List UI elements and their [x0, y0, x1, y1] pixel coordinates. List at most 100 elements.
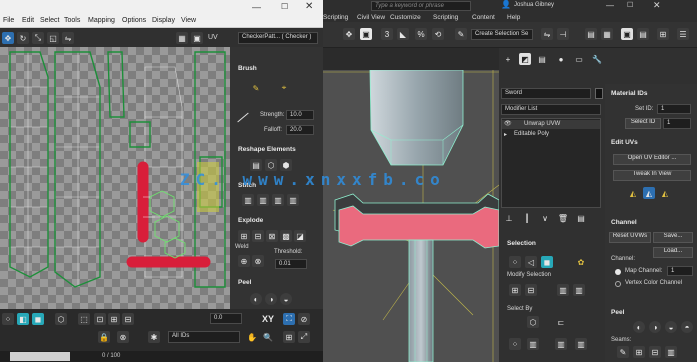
- minimize-icon[interactable]: —: [252, 2, 261, 12]
- uv-menu-edit[interactable]: Edit: [22, 17, 34, 24]
- stack-item-editable-poly[interactable]: ▸ Editable Poly: [502, 130, 600, 139]
- remove-modifier-icon[interactable]: 🗑: [557, 212, 569, 224]
- hierarchy-tab-icon[interactable]: ▤: [536, 53, 548, 65]
- absolute-icon[interactable]: ⊘: [298, 313, 310, 325]
- mirror-icon[interactable]: ⇋: [62, 32, 74, 44]
- falloff-input[interactable]: 20.0: [286, 125, 314, 135]
- quick-map-icon[interactable]: ◭: [643, 187, 655, 199]
- relax-brush-icon[interactable]: ⌖: [278, 82, 290, 94]
- select-by-edge-icon[interactable]: ⊏: [555, 316, 567, 328]
- seam-2-icon[interactable]: ⊞: [633, 346, 645, 358]
- stitch-1-icon[interactable]: ▥: [242, 194, 254, 206]
- show-end-result-icon[interactable]: ┃: [521, 212, 533, 224]
- seam-1-icon[interactable]: ✎: [617, 346, 629, 358]
- weld-target-icon[interactable]: ⊗: [252, 255, 264, 267]
- configure-sets-icon[interactable]: ▤: [575, 212, 587, 224]
- filter-icon[interactable]: ✱: [148, 331, 160, 343]
- angle-snap-icon[interactable]: ◣: [397, 28, 409, 40]
- uv-menu-display[interactable]: Display: [152, 17, 175, 24]
- stitch-4-icon[interactable]: ▥: [287, 194, 299, 206]
- render-icon[interactable]: ⊞: [657, 28, 669, 40]
- loop-select-icon[interactable]: ⊡: [94, 313, 106, 325]
- element-select-icon[interactable]: ✿: [575, 256, 587, 268]
- layer-explorer-icon[interactable]: ▤: [585, 28, 597, 40]
- map-channel-radio[interactable]: [615, 269, 621, 275]
- snap-icon[interactable]: ⛶: [283, 313, 295, 325]
- utilities-tab-icon[interactable]: 🔧: [591, 53, 603, 65]
- uv-menu-mapping[interactable]: Mapping: [88, 17, 115, 24]
- u-value-input[interactable]: 0.0: [210, 313, 242, 324]
- vertex-select-icon[interactable]: ⁘: [509, 256, 521, 268]
- select-region-icon[interactable]: ⬚: [78, 313, 90, 325]
- window-maximize-icon[interactable]: ☐: [627, 1, 633, 9]
- menu-scripting-2[interactable]: Scripting: [433, 14, 458, 21]
- move-icon[interactable]: ✥: [2, 32, 14, 44]
- show-map-icon[interactable]: ▣: [191, 32, 203, 44]
- set-id-input[interactable]: 1: [657, 104, 691, 114]
- seam-3-icon[interactable]: ⊟: [649, 346, 661, 358]
- shrink-select-icon[interactable]: ⊟: [122, 313, 134, 325]
- stitch-2-icon[interactable]: ▥: [257, 194, 269, 206]
- make-unique-icon[interactable]: ∨: [539, 212, 551, 224]
- edge-select-icon[interactable]: ◁: [525, 256, 537, 268]
- user-icon[interactable]: 👤: [501, 0, 511, 9]
- select-by-angle-icon[interactable]: ▥: [527, 338, 539, 350]
- threshold-input[interactable]: 0.01: [275, 259, 307, 269]
- expand-icon[interactable]: ▸: [504, 131, 507, 138]
- eye-icon[interactable]: 👁: [504, 120, 512, 127]
- fit-view-icon[interactable]: ⤢: [298, 331, 310, 343]
- render-frame-icon[interactable]: ▤: [637, 28, 649, 40]
- scale-icon[interactable]: ⤡: [32, 32, 44, 44]
- reset-uvws-button[interactable]: Reset UVWs: [609, 232, 651, 243]
- sword-model[interactable]: [323, 70, 499, 362]
- stack-item-unwrap[interactable]: 👁 Unwrap UVW: [502, 120, 600, 129]
- selection-set-dropdown[interactable]: Create Selection Se: [471, 29, 533, 40]
- uv-menu-select[interactable]: Select: [40, 17, 59, 24]
- save-uv-button[interactable]: Save...: [653, 232, 693, 243]
- edge-mode-icon[interactable]: ◧: [17, 313, 29, 325]
- mirror-tool-icon[interactable]: ⇋: [541, 28, 553, 40]
- select-id-input[interactable]: 1: [663, 118, 691, 129]
- peel-reset-icon[interactable]: ◒: [280, 293, 292, 305]
- render-setup-icon[interactable]: ▣: [621, 28, 633, 40]
- spinner-snap-icon[interactable]: ⟲: [432, 28, 444, 40]
- align-tool-icon[interactable]: ⊣: [557, 28, 569, 40]
- timeline[interactable]: 0 / 100: [0, 351, 323, 362]
- percent-snap-icon[interactable]: %: [415, 28, 427, 40]
- select-by-element-icon[interactable]: ⬡: [527, 316, 539, 328]
- select-id-button[interactable]: Select ID: [625, 118, 661, 129]
- peel-3-icon[interactable]: ◒: [665, 321, 677, 333]
- edit-named-sets-icon[interactable]: ✎: [455, 28, 467, 40]
- explode-1-icon[interactable]: ⊞: [238, 230, 250, 242]
- menu-help[interactable]: Help: [507, 14, 520, 21]
- menu-scripting[interactable]: Scripting: [323, 14, 348, 21]
- peel-2-icon[interactable]: ◑: [649, 321, 661, 333]
- menu-civil-view[interactable]: Civil View: [357, 14, 385, 21]
- select-by-smooth-icon[interactable]: ▥: [555, 338, 567, 350]
- select-by-vertex-icon[interactable]: ⁘: [509, 338, 521, 350]
- ring-icon[interactable]: ⊟: [525, 284, 537, 296]
- motion-tab-icon[interactable]: ●: [555, 53, 567, 65]
- explode-2-icon[interactable]: ⊟: [252, 230, 264, 242]
- uv-menu-options[interactable]: Options: [122, 17, 146, 24]
- strength-input[interactable]: 10.0: [286, 110, 314, 120]
- freeform-icon[interactable]: ◱: [47, 32, 59, 44]
- seam-4-icon[interactable]: ▥: [665, 346, 677, 358]
- window-close-icon[interactable]: ✕: [653, 0, 661, 11]
- element-mode-icon[interactable]: ⬡: [55, 313, 67, 325]
- loop-icon[interactable]: ▥: [557, 284, 569, 296]
- vertex-mode-icon[interactable]: ⁘: [2, 313, 14, 325]
- peel-mode-icon[interactable]: ◑: [265, 293, 277, 305]
- shrink-icon[interactable]: ▥: [573, 284, 585, 296]
- peel-1-icon[interactable]: ◐: [633, 321, 645, 333]
- create-tab-icon[interactable]: +: [502, 53, 514, 65]
- lock-icon[interactable]: 🔒: [98, 331, 110, 343]
- all-ids-dropdown[interactable]: All IDs: [168, 331, 240, 343]
- window-minimize-icon[interactable]: —: [606, 1, 614, 10]
- modifier-list-dropdown[interactable]: Modifier List: [501, 104, 601, 115]
- weld-icon[interactable]: ⊕: [238, 255, 250, 267]
- close-icon[interactable]: ✕: [305, 1, 313, 12]
- user-name[interactable]: Joshua Gibney: [514, 2, 554, 8]
- viewport[interactable]: [323, 70, 499, 362]
- paint-brush-icon[interactable]: ✎: [250, 82, 262, 94]
